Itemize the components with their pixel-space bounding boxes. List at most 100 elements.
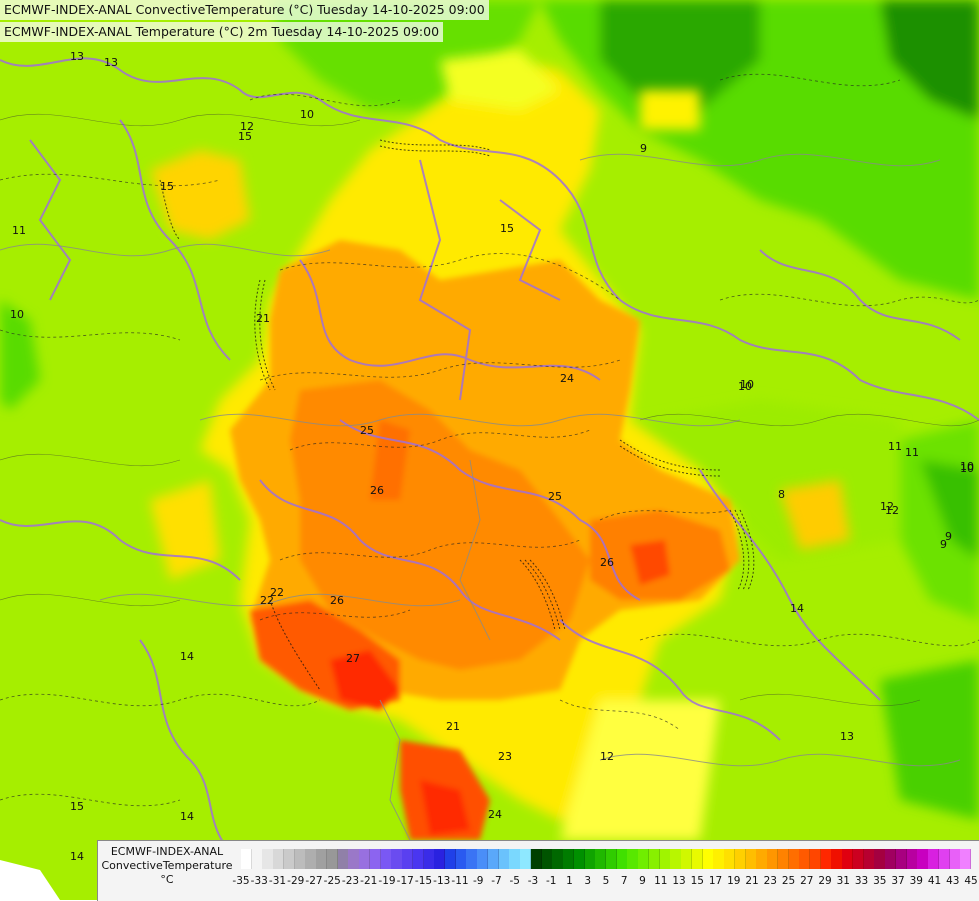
legend-swatch (434, 849, 446, 869)
legend-swatch (423, 849, 435, 869)
legend-swatch (756, 849, 768, 869)
legend-swatch (874, 849, 886, 869)
legend-tick-label: -31 (268, 875, 287, 887)
legend-tick-label: 39 (909, 875, 923, 887)
legend-tick-label: 15 (690, 875, 704, 887)
legend-swatch (573, 849, 586, 869)
legend-tick-label: -1 (546, 875, 557, 887)
contour-label: 9 (640, 142, 647, 155)
legend-tick-label: -19 (378, 875, 396, 887)
legend-swatch (895, 849, 908, 869)
legend-swatch (928, 849, 940, 869)
legend-tick-label: 11 (654, 875, 668, 887)
legend-tick-label: 5 (602, 875, 610, 887)
contour-label: 27 (346, 652, 360, 665)
legend-tick-label: 19 (727, 875, 741, 887)
legend-tick-label: 3 (584, 875, 592, 887)
legend-swatch (412, 849, 424, 869)
legend-swatch (466, 849, 478, 869)
legend-swatch (262, 849, 274, 869)
legend-swatch (691, 849, 704, 869)
legend-parameter: ConvectiveTemperature (101, 859, 233, 872)
legend-swatch (638, 849, 650, 869)
legend-swatch (359, 849, 371, 869)
contour-label: 13 (70, 50, 84, 63)
contour-label: 10 (10, 308, 24, 321)
legend-swatch (852, 849, 865, 869)
legend-tick-label: 7 (620, 875, 628, 887)
contour-label: 10 (960, 462, 974, 475)
contour-label: 8 (778, 488, 785, 501)
contour-label: 25 (360, 424, 374, 437)
legend-swatch (627, 849, 639, 869)
legend-tick-label: -7 (491, 875, 502, 887)
legend-tick-label: -9 (473, 875, 484, 887)
legend-tick-label: -3 (527, 875, 539, 887)
legend-swatch (831, 849, 843, 869)
legend-swatch (273, 849, 285, 869)
contour-label: 24 (560, 372, 574, 385)
map-title-convective: ECMWF-INDEX-ANAL ConvectiveTemperature (… (0, 0, 489, 20)
map-title-temperature: ECMWF-INDEX-ANAL Temperature (°C) 2m Tue… (0, 22, 444, 42)
contour-label: 22 (260, 594, 274, 607)
legend-swatch (788, 849, 800, 869)
contour-label: 23 (498, 750, 512, 763)
legend-tick-label: 33 (854, 875, 869, 887)
contour-label: 11 (905, 446, 919, 459)
contour-label: 26 (600, 556, 614, 569)
legend-ticks: -35 -33 -31 -29 -27 -25 -23 -21 -19 -17 -15 -13 -11-… (232, 875, 978, 889)
legend-swatch (402, 849, 414, 869)
legend-swatch (530, 849, 543, 869)
legend-swatch (326, 849, 339, 869)
legend-swatch (563, 849, 575, 869)
legend-swatch (734, 849, 747, 869)
legend-swatch (251, 849, 263, 869)
legend-swatch (648, 849, 661, 869)
legend-swatch (917, 849, 929, 869)
legend-tick-label: 41 (927, 875, 942, 887)
legend-tick-label: 17 (708, 875, 723, 887)
legend-swatch (294, 849, 306, 869)
legend-tick-label: 25 (781, 875, 796, 887)
legend-swatch (885, 849, 897, 869)
legend-tick-label: -21 (360, 875, 378, 887)
contour-label: 12 (600, 750, 614, 763)
contour-label: 11 (888, 440, 902, 453)
contour-label: 13 (104, 56, 118, 69)
legend-tick-label: -5 (509, 875, 520, 887)
contour-label: 10 (740, 378, 754, 391)
contour-label: 9 (940, 538, 947, 551)
legend-tick-label: -13 (433, 875, 451, 887)
legend-tick-label: 31 (836, 875, 850, 887)
legend-swatch (820, 849, 832, 869)
contour-label: 15 (500, 222, 514, 235)
legend-swatch (745, 849, 757, 869)
legend-swatch (444, 849, 457, 869)
legend-tick-label: 23 (763, 875, 777, 887)
legend-tick-label: -23 (341, 875, 360, 887)
contour-label: 14 (180, 810, 194, 823)
legend-tick-label: -17 (396, 875, 414, 887)
legend-swatch (767, 849, 779, 869)
legend-color-bar (241, 849, 972, 869)
legend-swatch (713, 849, 725, 869)
legend-tick-label: 1 (566, 875, 573, 887)
legend-swatch (777, 849, 789, 869)
legend-swatch (616, 849, 628, 869)
contour-label: 14 (180, 650, 194, 663)
contour-label: 21 (446, 720, 460, 733)
legend-tick-label: 21 (745, 875, 759, 887)
legend-swatch (316, 849, 328, 869)
legend-tick-label: 13 (672, 875, 686, 887)
legend-swatch (595, 849, 607, 869)
legend-swatch (799, 849, 811, 869)
legend-swatch (477, 849, 489, 869)
legend-swatch (241, 849, 253, 869)
legend-swatch (906, 849, 918, 869)
legend-swatch (380, 849, 392, 869)
legend-swatch (949, 849, 961, 869)
legend-swatch (455, 849, 467, 869)
legend-swatch (809, 849, 822, 869)
legend-tick-label: -15 (414, 875, 433, 887)
contour-label: 15 (160, 180, 174, 193)
